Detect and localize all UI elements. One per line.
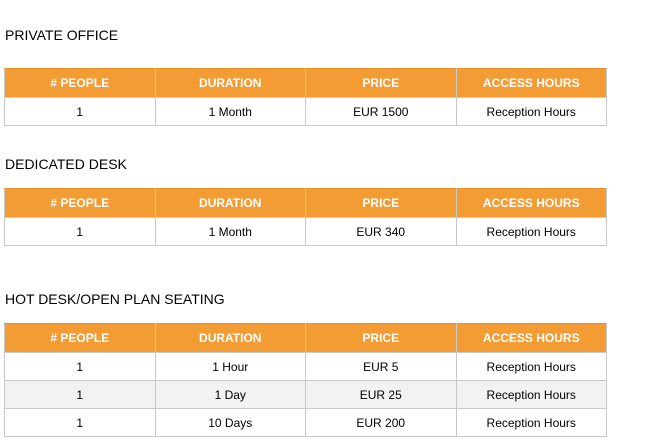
cell-access-hours: Reception Hours bbox=[455, 380, 607, 409]
table-row: 1 1 Hour EUR 5 Reception Hours bbox=[4, 352, 607, 381]
column-header-access-hours: ACCESS HOURS bbox=[455, 188, 607, 218]
cell-price: EUR 1500 bbox=[305, 97, 457, 126]
column-header-people: # PEOPLE bbox=[4, 68, 156, 98]
hot-desk-table: # PEOPLE DURATION PRICE ACCESS HOURS 1 1… bbox=[4, 323, 607, 437]
column-header-duration: DURATION bbox=[154, 188, 306, 218]
section-title-private-office: PRIVATE OFFICE bbox=[5, 27, 119, 43]
column-header-price: PRICE bbox=[305, 68, 457, 98]
table-header-row: # PEOPLE DURATION PRICE ACCESS HOURS bbox=[4, 323, 607, 353]
table-row: 1 1 Month EUR 340 Reception Hours bbox=[4, 217, 607, 246]
table-header-row: # PEOPLE DURATION PRICE ACCESS HOURS bbox=[4, 188, 607, 218]
cell-duration: 10 Days bbox=[154, 408, 306, 437]
section-title-hot-desk: HOT DESK/OPEN PLAN SEATING bbox=[5, 291, 225, 307]
cell-duration: 1 Day bbox=[154, 380, 306, 409]
cell-price: EUR 200 bbox=[305, 408, 457, 437]
column-header-price: PRICE bbox=[305, 188, 457, 218]
private-office-table: # PEOPLE DURATION PRICE ACCESS HOURS 1 1… bbox=[4, 68, 607, 126]
dedicated-desk-table: # PEOPLE DURATION PRICE ACCESS HOURS 1 1… bbox=[4, 188, 607, 246]
cell-price: EUR 340 bbox=[305, 217, 457, 246]
cell-access-hours: Reception Hours bbox=[455, 352, 607, 381]
cell-people: 1 bbox=[4, 352, 156, 381]
column-header-access-hours: ACCESS HOURS bbox=[455, 68, 607, 98]
table-row: 1 10 Days EUR 200 Reception Hours bbox=[4, 408, 607, 437]
cell-price: EUR 25 bbox=[305, 380, 457, 409]
cell-duration: 1 Hour bbox=[154, 352, 306, 381]
cell-access-hours: Reception Hours bbox=[455, 217, 607, 246]
cell-people: 1 bbox=[4, 217, 156, 246]
column-header-people: # PEOPLE bbox=[4, 323, 156, 353]
column-header-duration: DURATION bbox=[154, 323, 306, 353]
cell-access-hours: Reception Hours bbox=[455, 97, 607, 126]
cell-price: EUR 5 bbox=[305, 352, 457, 381]
column-header-duration: DURATION bbox=[154, 68, 306, 98]
cell-people: 1 bbox=[4, 97, 156, 126]
cell-people: 1 bbox=[4, 408, 156, 437]
table-header-row: # PEOPLE DURATION PRICE ACCESS HOURS bbox=[4, 68, 607, 98]
table-row: 1 1 Month EUR 1500 Reception Hours bbox=[4, 97, 607, 126]
cell-access-hours: Reception Hours bbox=[455, 408, 607, 437]
column-header-access-hours: ACCESS HOURS bbox=[455, 323, 607, 353]
cell-duration: 1 Month bbox=[154, 217, 306, 246]
table-row: 1 1 Day EUR 25 Reception Hours bbox=[4, 380, 607, 409]
column-header-people: # PEOPLE bbox=[4, 188, 156, 218]
section-title-dedicated-desk: DEDICATED DESK bbox=[5, 156, 127, 172]
cell-people: 1 bbox=[4, 380, 156, 409]
column-header-price: PRICE bbox=[305, 323, 457, 353]
cell-duration: 1 Month bbox=[154, 97, 306, 126]
